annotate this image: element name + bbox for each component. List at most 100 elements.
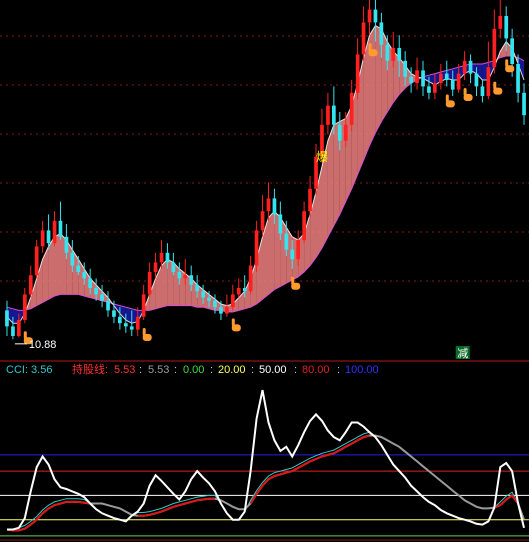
level-label-50: 50.00 <box>259 364 287 376</box>
ribbon-segment-44 <box>268 211 275 295</box>
candle-body-70 <box>421 70 425 87</box>
candle-body-43 <box>260 211 265 231</box>
reduce-badge: 减 <box>455 346 470 360</box>
candle-body-23 <box>141 294 146 317</box>
candle-body-85 <box>510 38 514 64</box>
candle-body-39 <box>236 288 241 295</box>
candle-body-14 <box>88 278 92 288</box>
sep-4: : <box>251 364 254 376</box>
sep-6: : <box>337 364 340 376</box>
candle-body-86 <box>516 64 520 93</box>
candle-body-80 <box>480 86 485 96</box>
candle-body-36 <box>219 307 223 314</box>
candle-body-60 <box>361 22 366 55</box>
candle-body-41 <box>248 265 253 292</box>
candle-body-61 <box>367 9 372 23</box>
candle-body-75 <box>450 80 455 90</box>
level-label-20: 20.00 <box>218 364 246 376</box>
reduce-label: 减 <box>457 347 468 360</box>
candle-body-83 <box>498 16 503 29</box>
candle-body-67 <box>403 60 407 77</box>
candle-body-74 <box>444 73 449 80</box>
candle-body-77 <box>462 60 467 74</box>
candle-body-45 <box>272 198 277 215</box>
candle-body-49 <box>296 240 300 260</box>
candle-body-4 <box>28 275 33 295</box>
hand-palm-5 <box>445 100 455 108</box>
candle-body-47 <box>284 233 289 250</box>
candle-body-19 <box>118 316 122 324</box>
candle-body-68 <box>409 76 413 84</box>
candle-body-1 <box>11 326 15 336</box>
candle-body-78 <box>468 60 473 74</box>
hand-palm-6 <box>463 94 473 101</box>
candle-body-20 <box>124 323 128 327</box>
candle-body-24 <box>147 272 152 295</box>
low-price-label: 10.88 <box>29 339 57 351</box>
candle-body-7 <box>46 230 51 244</box>
cci-label: CCI: 3.56 <box>6 364 52 376</box>
candle-body-35 <box>213 300 217 308</box>
hand-palm-8 <box>505 65 515 73</box>
hold-value-1: 5.53 <box>114 364 135 376</box>
candle-body-33 <box>201 291 205 298</box>
candle-body-9 <box>58 220 63 237</box>
candle-body-50 <box>302 211 306 240</box>
sep-1: : <box>139 364 142 376</box>
candle-body-46 <box>278 214 283 234</box>
ribbon-segment-7 <box>48 236 55 300</box>
candle-body-73 <box>439 73 443 84</box>
candle-body-82 <box>492 28 497 68</box>
hand-palm-3 <box>291 282 301 290</box>
ribbon-segment-54 <box>327 124 334 237</box>
candle-body-42 <box>254 230 259 266</box>
candle-body-37 <box>225 307 229 314</box>
sep-5: : <box>294 364 297 376</box>
candle-body-27 <box>165 252 170 263</box>
candle-body-87 <box>522 92 526 116</box>
candle-body-59 <box>355 54 360 93</box>
candle-body-30 <box>183 275 188 279</box>
sep-3: : <box>210 364 213 376</box>
candle-body-62 <box>373 9 378 23</box>
candle-body-81 <box>486 67 491 96</box>
candle-body-21 <box>129 326 134 330</box>
candle-body-12 <box>76 265 81 272</box>
hand-palm-2 <box>231 324 241 332</box>
candle-body-84 <box>504 16 509 39</box>
candle-body-56 <box>337 124 342 141</box>
candle-body-32 <box>195 284 199 292</box>
candle-body-64 <box>385 44 390 61</box>
candle-body-10 <box>64 236 69 253</box>
candle-body-6 <box>40 230 45 247</box>
candle-body-22 <box>135 316 140 330</box>
candle-body-16 <box>100 294 104 301</box>
burst-label: 爆 <box>316 150 328 164</box>
stock-chart: 10.88 爆 减 CCI: 3.56 持股线: 5.53 : 5.53 : 0… <box>0 0 529 542</box>
candle-body-51 <box>308 188 312 212</box>
hold-line-label: 持股线: <box>72 362 108 376</box>
level-label-0: 0.00 <box>183 364 204 376</box>
candle-body-57 <box>343 124 348 141</box>
candle-body-48 <box>290 249 295 260</box>
candle-body-69 <box>415 70 419 84</box>
candle-body-71 <box>427 86 431 93</box>
candle-body-5 <box>34 246 39 276</box>
hand-palm-4 <box>368 49 378 57</box>
level-label-80: 80.00 <box>302 364 330 376</box>
candle-body-72 <box>433 83 437 93</box>
sep-2: : <box>174 364 177 376</box>
candle-body-54 <box>326 105 330 125</box>
candle-body-38 <box>231 294 235 308</box>
candle-body-34 <box>207 297 211 301</box>
ribbon-segment-26 <box>161 259 168 308</box>
candle-body-63 <box>379 22 384 45</box>
candle-body-8 <box>52 220 57 244</box>
candle-body-40 <box>242 288 247 292</box>
hand-palm-1 <box>142 334 152 341</box>
candle-body-26 <box>159 252 164 263</box>
candle-body-66 <box>397 48 402 61</box>
candle-body-18 <box>112 310 116 317</box>
hand-palm-7 <box>493 87 503 95</box>
candle-body-29 <box>177 272 182 279</box>
